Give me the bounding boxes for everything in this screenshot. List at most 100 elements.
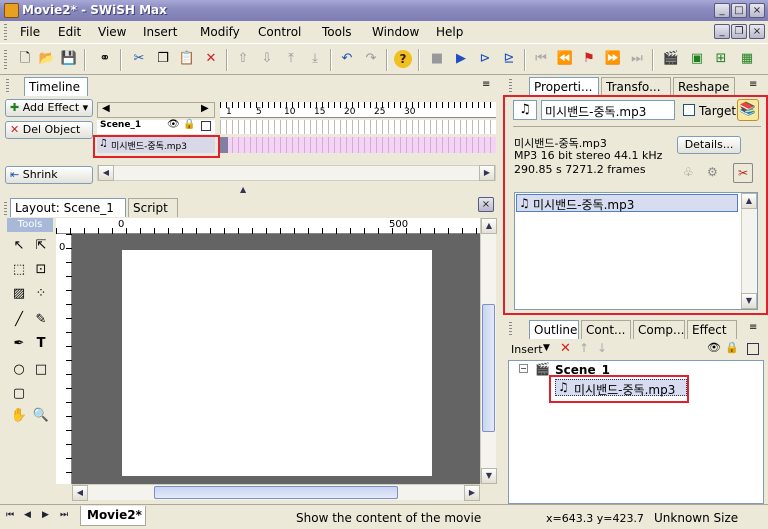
close-button[interactable]: × xyxy=(749,3,765,18)
menu-file[interactable]: File xyxy=(20,25,40,39)
tab-transform[interactable]: Transfo... xyxy=(601,77,671,96)
motion-tool-icon[interactable]: ⁘ xyxy=(31,284,51,304)
paste-icon[interactable]: 📋 xyxy=(178,50,196,68)
menu-edit[interactable]: Edit xyxy=(58,25,81,39)
details-button[interactable]: Details... xyxy=(677,136,741,154)
pencil-tool-icon[interactable]: ✎ xyxy=(31,310,51,330)
insert-menu[interactable]: Insert xyxy=(511,343,543,356)
binoculars-icon[interactable]: ⚭ xyxy=(96,50,114,68)
menu-tools[interactable]: Tools xyxy=(322,25,352,39)
layout-close-button[interactable]: × xyxy=(478,197,494,212)
marquee-tool-icon[interactable]: ⬚ xyxy=(9,260,29,280)
tab-components[interactable]: Comp... xyxy=(633,320,685,339)
tab-reshape[interactable]: Reshape xyxy=(673,77,735,96)
bring-forward-icon[interactable]: ⇧ xyxy=(234,50,252,68)
collapse-toggle[interactable]: − xyxy=(519,364,528,373)
add-effect-button[interactable]: ✚ Add Effect ▾ xyxy=(5,99,93,117)
scroll-left-icon[interactable]: ◀ xyxy=(102,103,110,114)
rectangle-tool-icon[interactable]: □ xyxy=(31,360,51,380)
menu-insert[interactable]: Insert xyxy=(143,25,177,39)
scroll-right-icon[interactable]: ▶ xyxy=(201,103,209,114)
insert-scene-icon[interactable]: 🎬 xyxy=(662,50,680,68)
subselect-tool-icon[interactable]: ⇱ xyxy=(31,236,51,256)
undo-icon[interactable]: ↶ xyxy=(338,50,356,68)
line-tool-icon[interactable]: ╱ xyxy=(9,310,29,330)
doc-minimize-button[interactable]: _ xyxy=(714,24,730,39)
document-tab[interactable]: Movie2* xyxy=(80,506,146,526)
menu-grip[interactable] xyxy=(4,24,7,40)
frame-ruler[interactable]: 1 5 10 15 20 25 30 xyxy=(220,102,496,118)
stage-area[interactable] xyxy=(72,234,480,484)
play-scene-icon[interactable]: ⊵ xyxy=(500,50,518,68)
tab-timeline[interactable]: Timeline xyxy=(24,77,88,96)
bring-front-icon[interactable]: ⤒ xyxy=(282,50,300,68)
sound-list[interactable]: ♫ 미시밴드-중독.mp3 ▲ ▼ xyxy=(514,192,758,310)
prev-frame-icon[interactable]: ⏪ xyxy=(556,50,574,68)
hand-tool-icon[interactable]: ✋ xyxy=(9,406,29,426)
minimize-button[interactable]: _ xyxy=(714,3,730,18)
del-object-button[interactable]: ✕ Del Object xyxy=(5,121,93,139)
eye-icon[interactable]: 👁 xyxy=(707,341,721,354)
eye-icon[interactable]: 👁 xyxy=(167,119,180,130)
sound-list-item[interactable]: ♫ 미시밴드-중독.mp3 xyxy=(516,194,738,212)
menu-view[interactable]: View xyxy=(98,25,126,39)
toolbar-grip[interactable] xyxy=(4,50,7,70)
sound-frames[interactable] xyxy=(220,137,496,153)
shrink-button[interactable]: ⇤ Shrink xyxy=(5,166,93,184)
properties-menu-icon[interactable]: ≡ xyxy=(749,79,757,90)
nav-last-icon[interactable]: ⏭ xyxy=(60,510,68,520)
menu-modify[interactable]: Modify xyxy=(200,25,240,39)
play-icon[interactable]: ▶ xyxy=(452,50,470,68)
delete-icon[interactable]: ✕ xyxy=(202,50,220,68)
copy-icon[interactable]: ❐ xyxy=(154,50,172,68)
menu-window[interactable]: Window xyxy=(372,25,419,39)
select-tool-icon[interactable]: ↖ xyxy=(9,236,29,256)
play-timeline-icon[interactable]: ⊳ xyxy=(476,50,494,68)
marker-icon[interactable]: ⚑ xyxy=(580,50,598,68)
autoshape-tool-icon[interactable]: ▢ xyxy=(9,384,29,404)
new-file-icon[interactable]: 🗋 xyxy=(16,50,34,68)
image-tool-icon[interactable]: ▨ xyxy=(9,284,29,304)
remove-sound-icon[interactable]: ✂ xyxy=(733,163,753,183)
scene-frames[interactable] xyxy=(220,120,496,134)
tab-effect[interactable]: Effect xyxy=(687,320,737,339)
layout-vscroll[interactable]: ▲ ▼ xyxy=(480,218,497,484)
tab-outline[interactable]: Outline xyxy=(529,320,579,339)
nav-prev-icon[interactable]: ◀ xyxy=(24,510,31,520)
lock-icon[interactable]: 🔒 xyxy=(183,119,195,130)
ellipse-tool-icon[interactable]: ○ xyxy=(9,360,29,380)
help-icon[interactable]: ? xyxy=(394,50,412,68)
panel-menu-icon[interactable]: ≡ xyxy=(482,79,490,90)
insert-button-icon[interactable]: ⊞ xyxy=(712,50,730,68)
stage-canvas[interactable] xyxy=(122,250,432,476)
send-back-icon[interactable]: ⤓ xyxy=(306,50,324,68)
tab-content[interactable]: Cont... xyxy=(581,320,631,339)
insert-dropdown-icon[interactable]: ▼ xyxy=(543,343,550,353)
outline-menu-icon[interactable]: ≡ xyxy=(749,322,757,333)
text-tool-icon[interactable]: T xyxy=(31,334,51,354)
doc-close-button[interactable]: × xyxy=(749,24,765,39)
cut-icon[interactable]: ✂ xyxy=(130,50,148,68)
sound-list-vscroll[interactable]: ▲ ▼ xyxy=(741,193,757,309)
doc-restore-button[interactable]: ❐ xyxy=(731,24,747,39)
stop-icon[interactable]: ■ xyxy=(428,50,446,68)
timeline-hscroll[interactable]: ◀ ▶ xyxy=(97,165,496,181)
tab-script[interactable]: Script xyxy=(128,198,178,217)
delete-icon[interactable]: ✕ xyxy=(560,341,571,356)
save-icon[interactable]: 💾 xyxy=(60,50,78,68)
next-frame-icon[interactable]: ⏩ xyxy=(604,50,622,68)
last-frame-icon[interactable]: ⏭ xyxy=(628,50,646,68)
settings-icon[interactable]: ⚙ xyxy=(707,165,718,179)
nav-first-icon[interactable]: ⏮ xyxy=(6,510,14,520)
scene-row[interactable]: Scene_1 👁 🔒 xyxy=(97,119,215,134)
bucket-icon[interactable]: ♧ xyxy=(683,165,694,179)
nav-next-icon[interactable]: ▶ xyxy=(42,510,49,520)
tab-layout[interactable]: Layout: Scene_1 xyxy=(10,198,126,217)
first-frame-icon[interactable]: ⏮ xyxy=(532,50,550,68)
target-checkbox[interactable] xyxy=(683,104,695,116)
move-down-icon[interactable]: ↓ xyxy=(597,341,607,355)
name-input[interactable]: 미시밴드-중독.mp3 xyxy=(541,100,675,120)
transform-tool-icon[interactable]: ⊡ xyxy=(31,260,51,280)
zoom-tool-icon[interactable]: 🔍 xyxy=(31,406,51,426)
open-folder-icon[interactable]: 📂 xyxy=(38,50,56,68)
